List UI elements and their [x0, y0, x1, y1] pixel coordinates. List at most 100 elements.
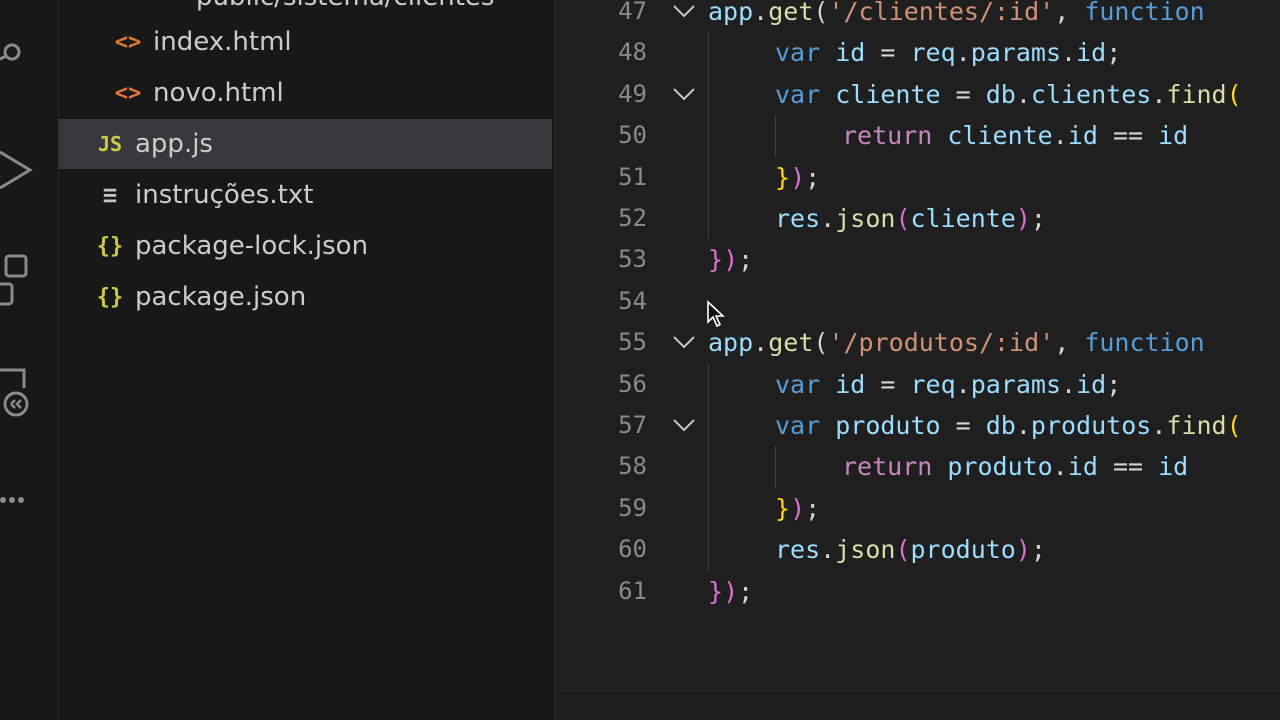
line-number: 58: [618, 452, 647, 481]
code-line[interactable]: 59});: [555, 488, 1280, 529]
code-line[interactable]: 60 res.json(produto);: [555, 529, 1280, 570]
code-token: ;: [1030, 535, 1046, 565]
code-token: id: [1067, 121, 1098, 151]
code-token: get: [768, 328, 814, 358]
code-token: .: [955, 38, 971, 68]
code-text: });: [775, 157, 820, 198]
file-item-instru-es-txt[interactable]: ≡ instruções.txt: [59, 170, 552, 220]
code-token: (: [813, 0, 829, 26]
file-item-package-lock-json[interactable]: {} package-lock.json: [59, 221, 552, 271]
file-name: package-lock.json: [135, 231, 369, 261]
code-line[interactable]: 47 app.get('/clientes/:id', function: [555, 0, 1280, 32]
code-token: (: [1226, 411, 1242, 440]
indent-guide: [708, 363, 709, 571]
html-file-icon: <>: [114, 80, 142, 106]
code-token: .: [820, 535, 836, 565]
code-token: req: [910, 369, 956, 399]
code-line[interactable]: 52 res.json(cliente);: [555, 198, 1280, 239]
code-line[interactable]: 51});: [555, 157, 1280, 198]
code-token: db: [985, 411, 1016, 440]
code-token: =: [865, 369, 911, 399]
code-token: '/clientes/:id': [828, 0, 1055, 26]
file-name: index.html: [153, 27, 292, 57]
code-token: find: [1166, 79, 1227, 109]
line-number: 49: [618, 79, 647, 108]
remote-explorer-icon[interactable]: [0, 364, 36, 420]
fold-chevron-down-icon[interactable]: [671, 74, 697, 115]
code-line[interactable]: 57 var produto = db.produtos.find(: [555, 405, 1280, 446]
code-editor[interactable]: 47 app.get('/clientes/:id', function 48 var…: [555, 0, 1280, 720]
code-token: var: [775, 369, 821, 399]
code-token: .: [820, 204, 836, 233]
fold-chevron-down-icon[interactable]: [671, 322, 697, 363]
code-line[interactable]: 56 var id = req.params.id;: [555, 364, 1280, 405]
code-token: id: [1158, 452, 1189, 482]
code-token: '/produtos/:id': [828, 328, 1055, 358]
file-item-index-html[interactable]: <> index.html: [59, 17, 552, 67]
text-file-icon: ≡: [102, 181, 118, 209]
code-token: function: [1084, 0, 1205, 26]
file-name: package.json: [135, 282, 307, 312]
json-file-icon: {}: [96, 284, 124, 310]
line-number: 60: [618, 535, 647, 564]
source-control-icon[interactable]: [0, 34, 30, 74]
run-debug-icon[interactable]: [0, 146, 34, 196]
line-number: 56: [618, 369, 647, 398]
file-item-app-js[interactable]: JS app.js: [59, 119, 552, 169]
code-token: id: [1076, 369, 1107, 399]
code-line[interactable]: 48 var id = req.params.id;: [555, 32, 1280, 73]
code-token: .: [753, 328, 769, 358]
extensions-icon[interactable]: [0, 250, 34, 310]
file-item-novo-html[interactable]: <> novo.html: [59, 68, 552, 118]
indent-guide: [775, 115, 776, 157]
code-token: }: [708, 245, 724, 275]
code-token: ==: [1097, 452, 1159, 482]
code-line[interactable]: 55 app.get('/produtos/:id', function: [555, 322, 1280, 363]
code-token: .: [1151, 411, 1167, 440]
indent-guide: [708, 32, 709, 240]
file-item-package-json[interactable]: {} package.json: [59, 272, 552, 322]
code-text: return produto.id == id: [842, 446, 1188, 487]
code-line[interactable]: 58 return produto.id == id: [555, 446, 1280, 487]
code-token: ): [723, 245, 739, 275]
code-token: id: [1076, 38, 1107, 68]
code-token: var: [775, 79, 821, 109]
code-token: json: [835, 535, 896, 565]
code-token: params: [970, 38, 1062, 68]
code-token: return: [842, 452, 933, 482]
code-line[interactable]: 53});: [555, 239, 1280, 280]
code-token: res: [775, 535, 821, 565]
code-text: });: [775, 488, 820, 529]
code-line[interactable]: 54: [555, 281, 1280, 322]
mouse-pointer-icon: [707, 300, 726, 328]
html-file-icon: <>: [114, 29, 142, 55]
code-token: app: [708, 328, 754, 358]
code-token: req: [910, 38, 956, 68]
code-line[interactable]: 50 return cliente.id == id: [555, 115, 1280, 156]
code-text: res.json(produto);: [775, 529, 1046, 570]
code-token: id: [1067, 452, 1098, 482]
code-token: app: [708, 0, 754, 26]
folder-path-label[interactable]: public/sistema/clientes: [196, 0, 494, 12]
code-token: function: [1084, 328, 1205, 358]
editor-bottom-edge: [555, 690, 1280, 720]
code-token: .: [753, 0, 769, 26]
fold-chevron-down-icon[interactable]: [671, 405, 697, 446]
more-icon[interactable]: [0, 490, 36, 510]
code-token: clientes: [1030, 79, 1152, 109]
code-token: cliente: [947, 121, 1053, 151]
code-text: var cliente = db.clientes.find(: [775, 74, 1242, 115]
code-token: ==: [1097, 121, 1159, 151]
code-line[interactable]: 61});: [555, 571, 1280, 612]
code-line[interactable]: 49 var cliente = db.clientes.find(: [555, 74, 1280, 115]
code-token: =: [940, 411, 986, 440]
code-token: json: [835, 204, 896, 233]
fold-chevron-down-icon[interactable]: [671, 0, 697, 32]
code-token: db: [985, 79, 1016, 109]
code-token: ): [790, 162, 806, 192]
code-token: =: [865, 38, 911, 68]
code-text: var produto = db.produtos.find(: [775, 405, 1242, 446]
code-token: .: [1052, 452, 1068, 482]
